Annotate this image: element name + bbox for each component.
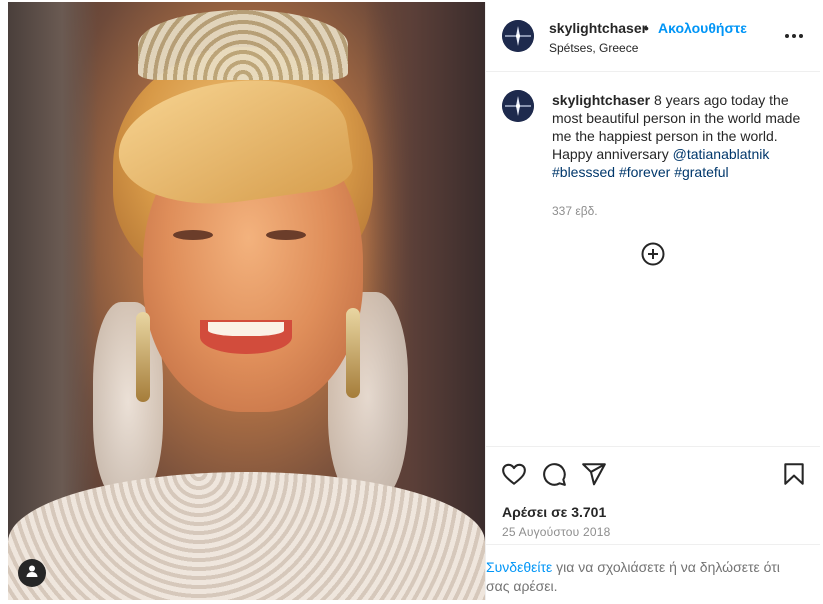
post-sidebar: skylightchaser • Ακολουθήστε Spétses, Gr… xyxy=(485,2,820,600)
more-options-button[interactable] xyxy=(782,26,806,46)
likes-count[interactable]: Αρέσει σε 3.701 xyxy=(502,504,606,520)
photo-lace-dress xyxy=(8,472,485,600)
follow-button[interactable]: Ακολουθήστε xyxy=(658,20,747,36)
caption-username[interactable]: skylightchaser xyxy=(552,92,650,108)
caption-area: skylightchaser 8 years ago today the mos… xyxy=(486,72,820,446)
post-date[interactable]: 25 Αυγούστου 2018 xyxy=(502,525,610,539)
tagged-users-button[interactable] xyxy=(18,559,46,587)
hashtag-link[interactable]: #grateful xyxy=(674,164,728,180)
compass-star-icon xyxy=(502,20,534,52)
avatar[interactable] xyxy=(502,90,534,122)
comment-icon xyxy=(541,463,567,491)
caption-anniversary: Happy anniversary xyxy=(552,146,673,162)
photo-teeth xyxy=(208,322,284,336)
photo-tiara xyxy=(138,10,348,80)
post-photo[interactable] xyxy=(8,2,485,600)
avatar[interactable] xyxy=(502,20,534,52)
compass-star-icon xyxy=(502,90,534,122)
hashtag-link[interactable]: #blesssed xyxy=(552,164,615,180)
plus-circle-icon xyxy=(641,242,665,270)
load-more-comments-button[interactable] xyxy=(641,242,665,266)
share-button[interactable] xyxy=(581,461,607,487)
like-button[interactable] xyxy=(501,461,527,487)
instagram-post-window: skylightchaser • Ακολουθήστε Spétses, Gr… xyxy=(0,0,823,604)
caption-timestamp[interactable]: 337 εβδ. xyxy=(552,204,598,218)
post-author-username[interactable]: skylightchaser xyxy=(549,20,647,36)
bookmark-icon xyxy=(781,463,807,491)
post-actions: Αρέσει σε 3.701 25 Αυγούστου 2018 xyxy=(486,446,820,542)
photo-eye-left xyxy=(173,230,213,240)
heart-icon xyxy=(501,463,527,491)
comment-login-text: Συνδεθείτε για να σχολιάσετε ή να δηλώσε… xyxy=(486,558,806,596)
login-link[interactable]: Συνδεθείτε xyxy=(486,559,552,575)
post-header: skylightchaser • Ακολουθήστε Spétses, Gr… xyxy=(486,2,820,72)
caption-text: skylightchaser 8 years ago today the mos… xyxy=(552,91,808,181)
photo-eye-right xyxy=(266,230,306,240)
post-location[interactable]: Spétses, Greece xyxy=(549,41,638,55)
photo-earring-left xyxy=(136,312,150,402)
mention-link[interactable]: @tatianablatnik xyxy=(673,146,770,162)
hashtag-link[interactable]: #forever xyxy=(619,164,670,180)
comment-button[interactable] xyxy=(541,461,567,487)
share-icon xyxy=(581,463,607,491)
separator-dot: • xyxy=(644,20,649,36)
save-button[interactable] xyxy=(781,461,807,487)
photo-earring-right xyxy=(346,308,360,398)
comment-login-prompt: Συνδεθείτε για να σχολιάσετε ή να δηλώσε… xyxy=(486,544,820,600)
user-icon xyxy=(25,564,39,583)
more-horizontal-icon xyxy=(782,33,806,50)
